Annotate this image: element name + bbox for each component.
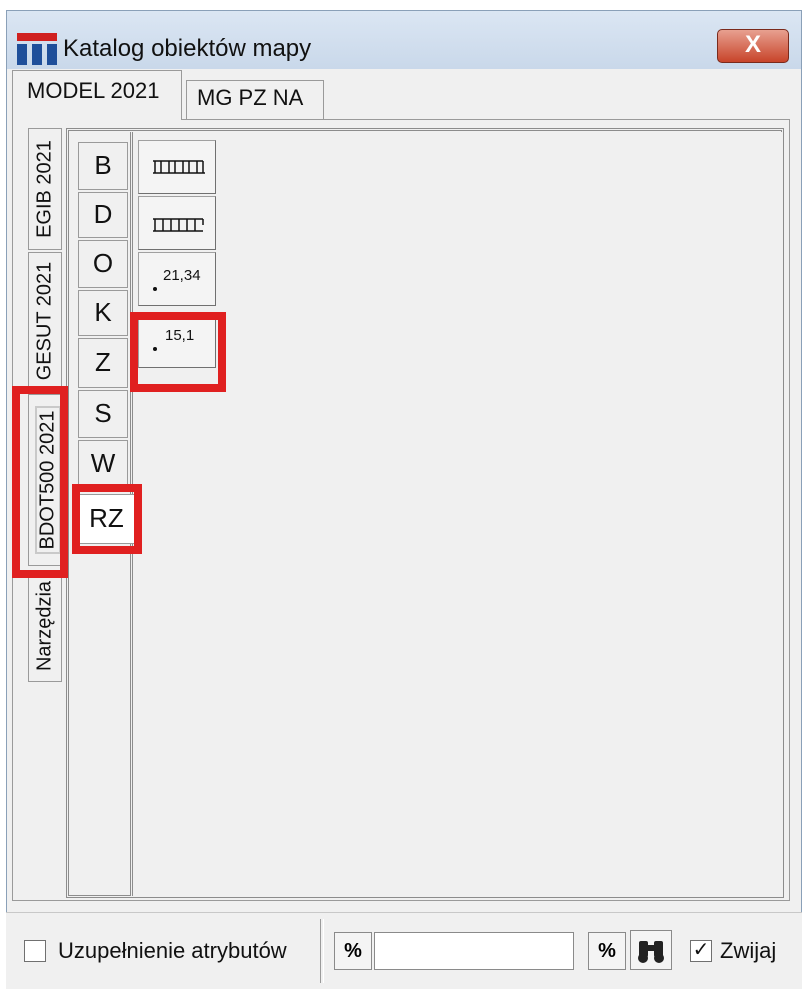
- percent-left-button[interactable]: %: [334, 932, 372, 970]
- side-tab-gesut-2021[interactable]: GESUT 2021: [28, 252, 62, 390]
- close-button[interactable]: X: [717, 29, 789, 63]
- symbol-button-3[interactable]: 21,34: [138, 252, 216, 306]
- letter-tab-k[interactable]: K: [78, 290, 128, 336]
- highlight-symbol-15-1: [130, 312, 226, 392]
- window-title: Katalog obiektów mapy: [63, 35, 312, 62]
- symbol-content-area: [130, 132, 782, 896]
- letter-tab-w[interactable]: W: [78, 440, 128, 488]
- side-tab-egib-2021[interactable]: EGIB 2021: [28, 128, 62, 250]
- app-logo-icon: [17, 33, 57, 65]
- side-tab-narzedzia[interactable]: Narzędzia: [28, 570, 62, 682]
- symbol-label: 21,34: [163, 267, 201, 284]
- attributes-checkbox[interactable]: [24, 940, 46, 962]
- side-tab-label: GESUT 2021: [33, 261, 56, 381]
- title-bar: Katalog obiektów mapy X: [7, 11, 801, 69]
- check-icon: ✓: [692, 939, 710, 961]
- letter-tab-b[interactable]: B: [78, 142, 128, 190]
- side-tab-label: Narzędzia: [33, 580, 56, 672]
- highlight-bdot500-tab: [12, 386, 68, 578]
- tab-model-2021[interactable]: MODEL 2021: [12, 70, 182, 120]
- search-input[interactable]: [374, 932, 574, 970]
- collapse-checkbox-label: Zwijaj: [720, 938, 777, 963]
- binoculars-icon: [638, 941, 664, 963]
- percent-right-button[interactable]: %: [588, 932, 626, 970]
- fence-pattern-icon: [153, 160, 205, 174]
- letter-tab-s[interactable]: S: [78, 390, 128, 438]
- tab-mg-pz-na[interactable]: MG PZ NA: [186, 80, 324, 120]
- attributes-checkbox-label: Uzupełnienie atrybutów: [58, 938, 287, 963]
- separator: [320, 919, 324, 983]
- letter-tab-o[interactable]: O: [78, 240, 128, 288]
- elevation-point-icon: [153, 287, 157, 291]
- fence-pattern-icon: [153, 218, 204, 232]
- symbol-button-1[interactable]: [138, 140, 216, 194]
- find-button[interactable]: [630, 930, 672, 970]
- close-icon: X: [744, 31, 761, 58]
- letter-tab-d[interactable]: D: [78, 192, 128, 238]
- letter-tab-z[interactable]: Z: [78, 338, 128, 388]
- symbol-button-2[interactable]: [138, 196, 216, 250]
- collapse-checkbox[interactable]: ✓: [690, 940, 712, 962]
- side-tab-label: EGIB 2021: [33, 140, 56, 238]
- highlight-rz-tab: [72, 484, 142, 554]
